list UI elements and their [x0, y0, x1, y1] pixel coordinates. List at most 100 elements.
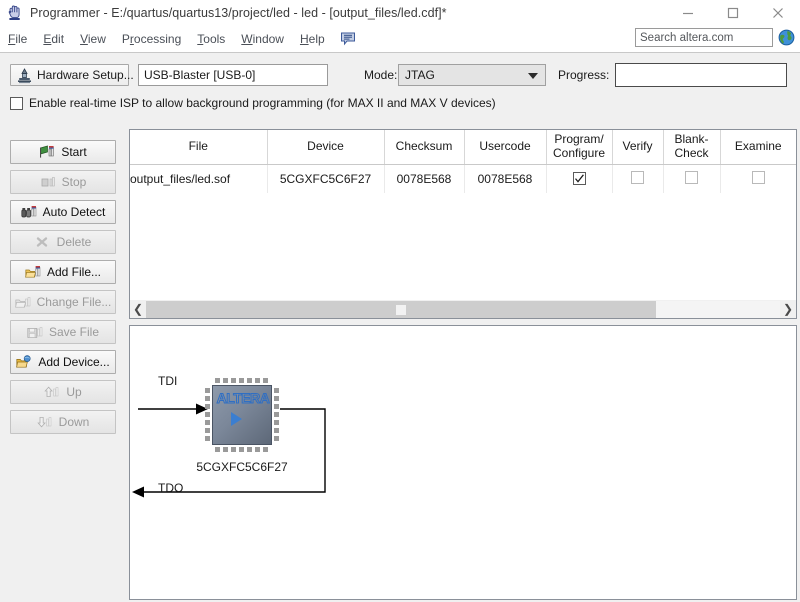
menu-bar: File Edit View Processing Tools Window H…	[0, 26, 800, 52]
tdi-label: TDI	[158, 374, 178, 388]
cell-program-configure[interactable]	[546, 164, 613, 193]
cell-checksum-text: 0078E568	[396, 172, 452, 186]
menu-window-rest: indow	[252, 32, 284, 46]
menu-processing[interactable]: Processing	[114, 30, 189, 48]
blank-check-checkbox[interactable]	[685, 171, 698, 184]
menu-help-rest: elp	[308, 32, 325, 46]
add-device-button[interactable]: Add Device...	[10, 350, 116, 374]
isp-checkbox-row[interactable]: Enable real-time ISP to allow background…	[10, 96, 496, 110]
column-label-examine: Examine	[734, 139, 782, 154]
column-header-device[interactable]: Device	[267, 130, 385, 165]
minimize-button[interactable]	[665, 0, 710, 26]
up-label: Up	[66, 385, 82, 399]
scrollbar-grip	[396, 304, 407, 315]
menu-tools-rest: ools	[203, 32, 226, 46]
hardware-setup-button[interactable]: Hardware Setup...	[10, 64, 134, 86]
auto-detect-label: Auto Detect	[42, 205, 106, 219]
menu-processing-rest: ocessing	[133, 32, 182, 46]
start-label: Start	[61, 145, 87, 159]
change-file-button[interactable]: Change File...	[10, 290, 116, 314]
delete-x-icon	[35, 235, 52, 250]
column-header-examine[interactable]: Examine	[720, 130, 796, 165]
cell-blank-check[interactable]	[663, 164, 721, 193]
delete-button[interactable]: Delete	[10, 230, 116, 254]
scrollbar-thumb[interactable]	[146, 300, 657, 318]
mode-label: Mode:	[364, 68, 398, 82]
column-label-file: File	[188, 139, 208, 154]
search-input[interactable]	[635, 28, 773, 47]
column-header-file[interactable]: File	[130, 130, 268, 165]
menu-edit[interactable]: Edit	[35, 30, 72, 48]
column-label-program: Program/	[554, 132, 604, 147]
close-button[interactable]	[755, 0, 800, 26]
stop-button[interactable]: Stop	[10, 170, 116, 194]
globe-icon[interactable]	[778, 29, 796, 47]
tdo-label: TDO	[158, 481, 184, 495]
svg-text:ALTERA: ALTERA	[217, 390, 270, 406]
maximize-button[interactable]	[710, 0, 755, 26]
examine-checkbox[interactable]	[751, 171, 765, 184]
column-header-blank-check[interactable]: Blank- Check	[663, 130, 721, 165]
notes-bubble-icon[interactable]	[339, 30, 357, 48]
column-label-checksum: Checksum	[395, 139, 453, 154]
search-area	[635, 28, 796, 47]
column-header-usercode[interactable]: Usercode	[464, 130, 547, 165]
column-label-usercode: Usercode	[479, 139, 531, 154]
column-header-checksum[interactable]: Checksum	[384, 130, 465, 165]
cell-examine[interactable]	[720, 165, 796, 194]
altera-chip-icon[interactable]: ALTERA	[204, 377, 280, 453]
chevron-down-icon	[528, 73, 538, 79]
program-configure-checkbox[interactable]	[572, 171, 586, 185]
down-button[interactable]: Down	[10, 410, 116, 434]
isp-checkbox[interactable]	[10, 96, 23, 110]
chevron-left-icon[interactable]: ❮	[130, 300, 146, 318]
device-table-panel: File Device Checksum Usercode Program/ C…	[129, 129, 797, 319]
change-file-icon	[14, 295, 32, 310]
down-label: Down	[58, 415, 90, 429]
scrollbar-track[interactable]	[146, 300, 780, 318]
save-file-button[interactable]: Save File	[10, 320, 116, 344]
window-title: Programmer - E:/quartus/quartus13/projec…	[30, 6, 447, 20]
cell-checksum[interactable]: 0078E568	[384, 164, 465, 193]
cell-usercode[interactable]: 0078E568	[464, 164, 547, 193]
menu-tools[interactable]: Tools	[189, 30, 233, 48]
arrow-down-icon	[36, 415, 54, 430]
chevron-right-icon[interactable]: ❯	[780, 300, 796, 318]
menu-help[interactable]: Help	[292, 30, 333, 48]
table-row[interactable]: output_files/led.sof 5CGXFC5C6F27 0078E5…	[130, 164, 796, 194]
cell-verify[interactable]	[612, 164, 664, 193]
stop-label: Stop	[61, 175, 87, 189]
cell-file[interactable]: output_files/led.sof	[130, 164, 268, 193]
isp-label: Enable real-time ISP to allow background…	[29, 96, 496, 110]
start-button[interactable]: Start	[10, 140, 116, 164]
auto-detect-button[interactable]: Auto Detect	[10, 200, 116, 224]
mode-select[interactable]: JTAG	[398, 64, 546, 86]
table-horizontal-scrollbar[interactable]: ❮ ❯	[130, 300, 796, 318]
add-file-label: Add File...	[46, 265, 102, 279]
title-bar: Programmer - E:/quartus/quartus13/projec…	[0, 0, 800, 26]
column-label-check: Check	[674, 146, 709, 160]
add-file-folder-icon	[25, 265, 42, 280]
menu-file-rest: ile	[15, 32, 28, 46]
binoculars-icon	[21, 205, 38, 220]
device-name-label: 5CGXFC5C6F27	[196, 460, 288, 474]
cell-device[interactable]: 5CGXFC5C6F27	[267, 164, 385, 193]
save-file-label: Save File	[48, 325, 100, 339]
add-device-folder-icon	[16, 354, 33, 370]
start-flag-icon	[39, 145, 56, 160]
hardware-setup-label: Hardware Setup...	[37, 68, 134, 82]
add-file-button[interactable]: Add File...	[10, 260, 116, 284]
column-header-verify[interactable]: Verify	[612, 130, 664, 165]
hardware-value-field[interactable]	[138, 64, 328, 86]
menu-view[interactable]: View	[72, 30, 114, 48]
toolbar-strip: Hardware Setup... Mode: JTAG Progress: E…	[0, 53, 800, 115]
chip-body: ALTERA	[212, 385, 272, 445]
menu-edit-rest: dit	[51, 32, 65, 46]
cell-file-text: output_files/led.sof	[130, 172, 231, 186]
menu-file[interactable]: File	[0, 30, 35, 48]
up-button[interactable]: Up	[10, 380, 116, 404]
column-header-program-configure[interactable]: Program/ Configure	[546, 130, 613, 165]
mode-value: JTAG	[405, 68, 435, 82]
menu-window[interactable]: Window	[233, 30, 292, 48]
verify-checkbox[interactable]	[631, 171, 644, 184]
